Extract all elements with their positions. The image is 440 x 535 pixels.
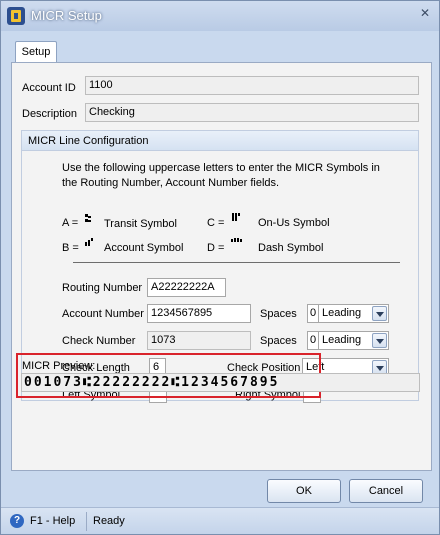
title-bar[interactable]: MICR Setup ✕ [1, 1, 439, 31]
symbol-name-transit: Transit Symbol [104, 218, 177, 230]
instructions-line1: Use the following uppercase letters to e… [62, 162, 380, 174]
check-number-field[interactable]: 1073 [147, 331, 251, 350]
micr-setup-window: MICR Setup ✕ Setup Account ID 1100 Descr… [0, 0, 440, 535]
account-spaces-mode-value: Leading [322, 307, 362, 319]
description-field[interactable]: Checking [85, 103, 419, 122]
help-icon[interactable]: ? [10, 514, 24, 528]
setup-panel: Account ID 1100 Description Checking MIC… [11, 62, 432, 503]
check-number-label: Check Number [62, 335, 136, 347]
account-number-label: Account Number [62, 308, 144, 320]
check-spaces-label: Spaces [260, 335, 297, 347]
routing-number-label: Routing Number [62, 282, 143, 294]
group-header: MICR Line Configuration [22, 131, 418, 151]
help-hint: F1 - Help [30, 515, 76, 527]
check-spaces-mode-select[interactable]: Leading [318, 331, 389, 350]
account-id-label: Account ID [22, 82, 76, 94]
chevron-down-icon[interactable] [372, 306, 387, 321]
symbol-name-on-us: On-Us Symbol [258, 217, 330, 229]
description-label: Description [22, 108, 78, 120]
symbol-key-b: B = [62, 242, 79, 254]
symbol-name-dash: Dash Symbol [258, 242, 324, 254]
close-button[interactable]: ✕ [416, 4, 434, 22]
status-text: Ready [93, 515, 125, 527]
status-divider [86, 512, 87, 531]
check-spaces-mode-value: Leading [322, 334, 362, 346]
instructions-line2: the Routing Number, Account Number field… [62, 177, 280, 189]
transit-symbol-icon [85, 214, 93, 224]
account-id-field[interactable]: 1100 [85, 76, 419, 95]
routing-number-field[interactable]: A22222222A [147, 278, 226, 297]
symbol-key-d: D = [207, 242, 225, 254]
dash-symbol-icon [231, 238, 242, 248]
symbol-key-c: C = [207, 217, 225, 229]
account-spaces-label: Spaces [260, 308, 297, 320]
tab-setup[interactable]: Setup [15, 41, 57, 63]
window-title: MICR Setup [31, 8, 102, 23]
app-icon [7, 7, 25, 25]
ok-button[interactable]: OK [267, 479, 341, 503]
micr-preview-label: MICR Preview: [22, 360, 96, 372]
cancel-button[interactable]: Cancel [349, 479, 423, 503]
symbol-name-account: Account Symbol [104, 242, 184, 254]
account-symbol-icon [85, 238, 93, 248]
account-number-field[interactable]: 1234567895 [147, 304, 251, 323]
on-us-symbol-icon [232, 213, 240, 223]
status-bar: ? F1 - Help Ready [1, 507, 439, 534]
separator [73, 262, 400, 263]
micr-preview-field[interactable]: 001073⑆22222222⑆1234567895 [21, 373, 420, 392]
account-spaces-mode-select[interactable]: Leading [318, 304, 389, 323]
chevron-down-icon[interactable] [372, 333, 387, 348]
symbol-key-a: A = [62, 217, 79, 229]
